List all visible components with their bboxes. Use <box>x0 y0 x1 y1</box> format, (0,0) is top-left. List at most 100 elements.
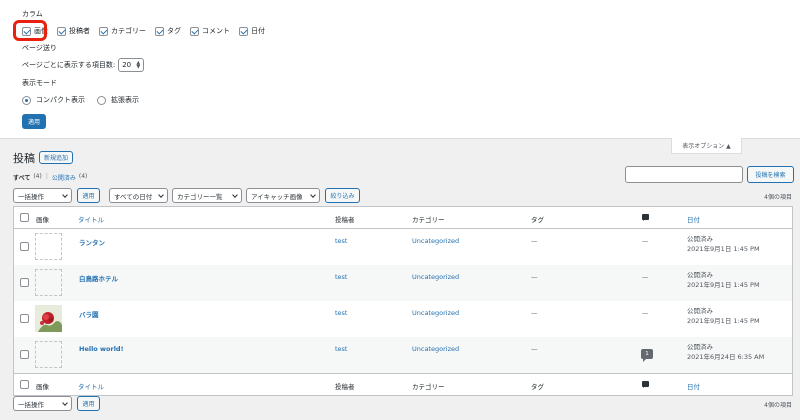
screen-options-apply-button[interactable]: 適用 <box>22 114 46 129</box>
bottom-bulk-action-select[interactable]: 一括操作 <box>13 396 72 411</box>
checkbox-comments[interactable] <box>190 26 199 36</box>
post-category-link[interactable]: Uncategorized <box>412 345 459 353</box>
post-title-link[interactable]: バラ園 <box>79 309 99 319</box>
post-category-link[interactable]: Uncategorized <box>412 237 459 245</box>
table-row: バラ園 test Uncategorized — — 公開済み 2021年9月1… <box>14 301 792 337</box>
radio-compact[interactable] <box>22 95 31 105</box>
category-filter-select[interactable]: カテゴリー一覧 <box>172 188 242 203</box>
post-author-link[interactable]: test <box>335 237 347 245</box>
per-page-label: ページごとに表示する項目数: <box>22 61 116 69</box>
row-checkbox[interactable] <box>20 314 29 323</box>
row-checkbox[interactable] <box>20 278 29 287</box>
highlight-annotation <box>13 20 47 41</box>
post-title-link[interactable]: 白鳥路ホテル <box>79 273 118 283</box>
per-page-value: 20 <box>122 61 132 69</box>
col-header-author: 投稿者 <box>335 216 355 224</box>
col-footer-title[interactable]: タイトル <box>78 381 104 391</box>
select-all-checkbox[interactable] <box>20 380 29 389</box>
post-date: 公開済み 2021年9月1日 1:45 PM <box>687 270 760 290</box>
column-toggle-category[interactable]: カテゴリー <box>99 26 146 36</box>
post-category-link[interactable]: Uncategorized <box>412 273 459 281</box>
col-footer-author: 投稿者 <box>335 383 355 391</box>
chevron-down-icon <box>62 399 68 406</box>
post-title-link[interactable]: ランタン <box>79 237 105 247</box>
post-title-link[interactable]: Hello world! <box>79 345 124 353</box>
featured-image-filter-select[interactable]: アイキャッチ画像 <box>246 188 320 203</box>
thumbnail-placeholder <box>35 341 62 368</box>
date-filter-select[interactable]: すべての日付 <box>109 188 168 203</box>
bottom-bulk-action-value: 一括操作 <box>18 400 44 409</box>
category-filter-value: カテゴリー一覧 <box>177 192 223 201</box>
search-posts-button[interactable]: 投稿を検索 <box>747 166 794 183</box>
radio-extended[interactable] <box>97 95 106 105</box>
post-comments: — <box>642 309 649 317</box>
checkbox-date[interactable] <box>239 26 248 36</box>
post-tags: — <box>531 273 538 281</box>
column-label-author: 投稿者 <box>69 27 90 35</box>
col-header-comments[interactable] <box>642 214 649 222</box>
chevron-down-icon <box>310 191 316 198</box>
post-tags: — <box>531 237 538 245</box>
post-author-link[interactable]: test <box>335 345 347 353</box>
post-author-link[interactable]: test <box>335 309 347 317</box>
view-mode-compact-label: コンパクト表示 <box>36 96 85 104</box>
post-status: 公開済み <box>687 271 713 279</box>
col-header-date[interactable]: 日付 <box>687 214 700 224</box>
post-author-link[interactable]: test <box>335 273 347 281</box>
bottom-bulk-apply-button[interactable]: 適用 <box>77 396 100 411</box>
comment-icon <box>642 214 649 221</box>
search-input[interactable] <box>625 166 743 183</box>
page-title: 投稿 <box>13 152 35 165</box>
bottom-items-count: 4個の項目 <box>764 402 792 409</box>
columns-heading: カラム <box>22 10 43 18</box>
column-toggle-author[interactable]: 投稿者 <box>57 26 90 36</box>
view-all-link[interactable]: すべて <box>13 173 30 182</box>
post-tags: — <box>531 309 538 317</box>
comment-count-bubble[interactable]: 1 <box>641 349 653 362</box>
spinner-icon[interactable]: ▲ ▼ <box>136 61 140 70</box>
filter-button[interactable]: 絞り込み <box>325 188 360 203</box>
add-new-button[interactable]: 新規追加 <box>39 151 74 164</box>
table-row: Hello world! test Uncategorized — 1 公開済み… <box>14 337 792 373</box>
post-status: 公開済み <box>687 343 713 351</box>
screen-options-panel: カラム 画像 投稿者 カテゴリー タグ コメント 日付 ページ送り ページごとに… <box>0 0 800 139</box>
post-datetime: 2021年9月1日 1:45 PM <box>687 245 760 253</box>
post-status: 公開済み <box>687 235 713 243</box>
col-footer-image: 画像 <box>36 383 49 391</box>
posts-table: 画像 タイトル 投稿者 カテゴリー タグ 日付 ランタン test Uncate… <box>13 206 793 396</box>
col-footer-date[interactable]: 日付 <box>687 381 700 391</box>
view-all-count: (4) <box>33 173 42 180</box>
view-mode-options: コンパクト表示 拡張表示 <box>22 95 139 105</box>
column-toggle-comments[interactable]: コメント <box>190 26 230 36</box>
column-toggle-tag[interactable]: タグ <box>155 26 181 36</box>
bulk-action-select[interactable]: 一括操作 <box>13 188 72 203</box>
col-footer-comments[interactable] <box>642 381 649 389</box>
view-separator: | <box>45 173 48 180</box>
per-page-row: ページごとに表示する項目数: 20 ▲ ▼ <box>22 58 145 72</box>
column-toggle-date[interactable]: 日付 <box>239 26 265 36</box>
row-checkbox[interactable] <box>20 242 29 251</box>
table-footer: 画像 タイトル 投稿者 カテゴリー タグ 日付 <box>14 373 792 395</box>
bulk-apply-button[interactable]: 適用 <box>77 188 100 203</box>
bulk-action-value: 一括操作 <box>18 192 44 201</box>
post-datetime: 2021年6月24日 6:35 AM <box>687 353 765 361</box>
checkbox-category[interactable] <box>99 26 108 36</box>
select-all-checkbox[interactable] <box>20 213 29 222</box>
featured-image-filter-value: アイキャッチ画像 <box>251 192 303 201</box>
post-category-link[interactable]: Uncategorized <box>412 309 459 317</box>
rose-garden-thumbnail[interactable] <box>35 305 62 332</box>
col-header-title[interactable]: タイトル <box>78 214 104 224</box>
chevron-down-icon <box>158 191 164 198</box>
checkbox-author[interactable] <box>57 26 66 36</box>
post-datetime: 2021年9月1日 1:45 PM <box>687 317 760 325</box>
per-page-input[interactable]: 20 ▲ ▼ <box>118 58 145 72</box>
chevron-down-icon <box>62 191 68 198</box>
row-checkbox[interactable] <box>20 350 29 359</box>
columns-options: 画像 投稿者 カテゴリー タグ コメント 日付 <box>22 26 274 36</box>
screen-options-tab[interactable]: 表示オプション ▲ <box>671 138 742 154</box>
date-filter-value: すべての日付 <box>114 192 153 201</box>
view-published-link[interactable]: 公開済み <box>52 173 76 182</box>
checkbox-tag[interactable] <box>155 26 164 36</box>
col-footer-category: カテゴリー <box>412 383 445 391</box>
col-footer-tag: タグ <box>531 383 544 391</box>
